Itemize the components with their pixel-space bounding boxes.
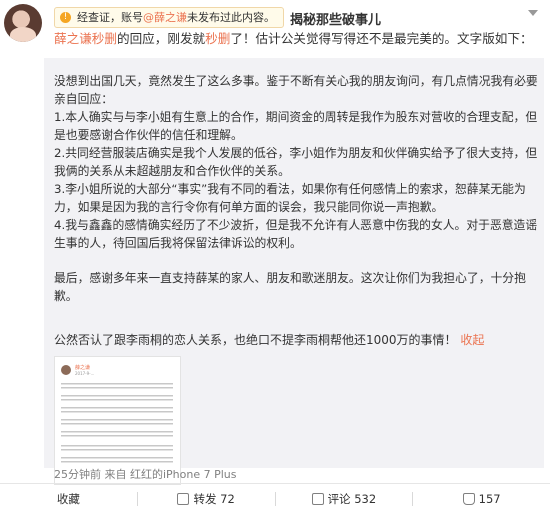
collapse-link[interactable]: 收起 — [460, 333, 484, 347]
comment-label: 评论 532 — [327, 492, 377, 506]
collect-label: 收藏 — [56, 492, 80, 506]
thumbnail-paragraph — [61, 407, 173, 415]
repost-label: 转发 72 — [193, 492, 235, 506]
chevron-down-icon[interactable] — [528, 10, 538, 16]
repost-closing: 最后，感谢多年来一直支持薛某的家人、朋友和歌迷朋友。这次让你们为我担心了，十分抱… — [54, 271, 526, 303]
weibo-mention-link[interactable]: 薛之谦秒删 — [54, 31, 117, 46]
repost-point-3: 3.李小姐所说的大部分“事实”我有不同的看法，如果你有任何感情上的索求，恕薛某无… — [54, 182, 526, 214]
collect-button[interactable]: 收藏 — [0, 484, 137, 514]
repost-button[interactable]: 转发 72 — [138, 484, 275, 514]
repost-summary: 公然否认了跟李雨桐的恋人关系，也绝口不提李雨桐帮他还1000万的事情！ 收起 — [54, 331, 484, 349]
like-count: 157 — [478, 492, 501, 506]
thumbnail-paragraph — [61, 419, 173, 427]
repost-icon — [177, 493, 190, 505]
weibo-text-part1: 的回应，刚发就 — [116, 31, 206, 46]
repost-intro: 没想到出国几天，竟然发生了这么多事。鉴于不断有关心我的朋友询问，有几点情况我有必… — [54, 74, 538, 106]
post-meta: 25分钟前 来自 红红的iPhone 7 Plus — [54, 468, 237, 481]
notice-suffix: 未发布过此内容。 — [187, 11, 275, 24]
thumbnail-avatar — [61, 365, 71, 375]
avatar[interactable] — [4, 4, 42, 42]
notice-prefix: 经查证，账号 — [77, 11, 143, 24]
comment-button[interactable]: 评论 532 — [276, 484, 413, 514]
repost-body: 没想到出国几天，竟然发生了这么多事。鉴于不断有关心我的朋友询问，有几点情况我有必… — [54, 72, 539, 305]
weibo-text: 薛之谦秒删的回应，刚发就秒删了！估计公关觉得写得还不是最完美的。文字版如下： — [54, 30, 542, 48]
action-bar: 收藏 转发 72 评论 532 157 — [0, 483, 550, 514]
repost-card: 没想到出国几天，竟然发生了这么多事。鉴于不断有关心我的朋友询问，有几点情况我有必… — [44, 58, 544, 485]
repost-point-1: 1.本人确实与与李小姐有生意上的合作，期间资金的周转是我作为股东对营收的合理支配… — [54, 110, 538, 142]
thumbnail-paragraph — [61, 395, 173, 403]
thumbnail-time: 2017-9-... — [75, 371, 95, 376]
notice-mention-link[interactable]: @薛之谦 — [143, 11, 187, 24]
repost-point-4: 4.我与鑫鑫的感情确实经历了不少波折，但是我不允许有人恶意中伤我的女人。对于恶意… — [54, 218, 538, 250]
info-icon: ! — [60, 12, 71, 23]
thumbnail-paragraph — [61, 383, 173, 391]
weibo-text-part2: 了！估计公关觉得写得还不是最完美的。文字版如下： — [230, 31, 533, 46]
verification-notice: ! 经查证，账号@薛之谦未发布过此内容。 — [54, 7, 284, 28]
thumbs-up-icon — [462, 493, 475, 505]
weibo-highlight-link[interactable]: 秒删 — [205, 31, 230, 46]
account-name[interactable]: 揭秘那些破事儿 — [290, 9, 381, 28]
comment-icon — [311, 493, 324, 505]
summary-text: 公然否认了跟李雨桐的恋人关系，也绝口不提李雨桐帮他还1000万的事情！ — [54, 333, 457, 347]
thumbnail-paragraph — [61, 457, 173, 465]
thumbnail-paragraph — [61, 431, 173, 439]
repost-point-2: 2.共同经营服装店确实是我个人发展的低谷，李小姐作为朋友和伙伴确实给予了很大支持… — [54, 146, 538, 178]
thumbnail-paragraph — [61, 445, 173, 453]
like-button[interactable]: 157 — [413, 484, 550, 514]
